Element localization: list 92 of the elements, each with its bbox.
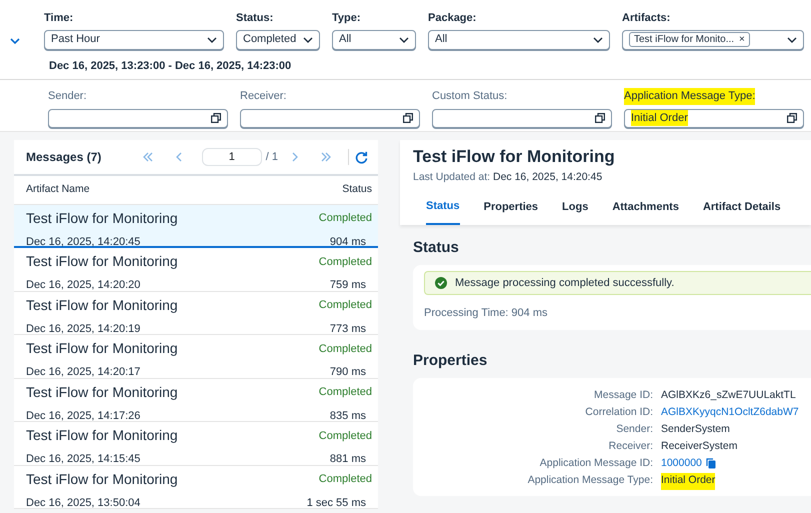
tab[interactable]: Artifact Details xyxy=(702,190,781,225)
duration-text: 904 ms xyxy=(330,234,366,250)
column-header: Status xyxy=(342,182,372,197)
property-label: Application Message ID: xyxy=(538,456,653,472)
field-label: Custom Status: xyxy=(432,89,508,104)
caret-icon xyxy=(787,36,797,42)
artifact-name: Test iFlow for Monitoring xyxy=(26,296,178,315)
page-field[interactable]: 1 xyxy=(202,148,262,166)
caret-icon xyxy=(399,36,409,42)
message-row[interactable]: Test iFlow for Monitoring Completed Dec 16, 2025, 14:20:45 904 ms xyxy=(14,204,378,248)
success-icon xyxy=(435,277,447,290)
property-label: Correlation ID: xyxy=(584,405,653,420)
section-heading: Properties xyxy=(413,350,488,371)
property-label: Receiver: xyxy=(608,439,653,454)
success-message: Message processing completed successfully. xyxy=(455,276,674,291)
input-field[interactable] xyxy=(48,108,228,128)
value-help-icon[interactable] xyxy=(403,113,413,123)
message-date: Dec 16, 2025, 14:20:20 xyxy=(26,278,140,294)
status-text: Completed xyxy=(318,298,372,313)
field-label: Receiver: xyxy=(240,89,286,104)
duration-text: 773 ms xyxy=(330,322,366,337)
dropdown-field[interactable]: All xyxy=(332,30,416,50)
message-date: Dec 16, 2025, 13:50:04 xyxy=(26,496,140,511)
property-value: AGlBXKz6_sZwE7UULaktTL xyxy=(661,388,796,404)
duration-text: 759 ms xyxy=(330,278,366,294)
field-label: Application Message Type: xyxy=(624,88,756,104)
list-title: Messages (7) xyxy=(26,149,102,166)
message-date: Dec 16, 2025, 14:20:45 xyxy=(26,234,140,250)
last-updated-text: Last Updated at: Dec 16, 2025, 14:20:45 xyxy=(413,170,604,184)
status-text: Completed xyxy=(318,211,372,226)
artifact-name: Test iFlow for Monitoring xyxy=(26,470,178,489)
duration-text: 790 ms xyxy=(330,365,366,380)
input-field[interactable] xyxy=(240,108,420,128)
filter-label: Package: xyxy=(428,11,478,26)
filter-label: Type: xyxy=(332,11,362,26)
caret-icon xyxy=(207,36,217,42)
field-value: Initial Order xyxy=(631,110,688,126)
property-label: Message ID: xyxy=(593,388,653,404)
tab[interactable]: Logs xyxy=(562,190,588,225)
value-help-icon[interactable] xyxy=(595,113,605,123)
input-field[interactable]: Initial Order xyxy=(624,108,804,128)
status-text: Completed xyxy=(318,254,372,270)
dropdown-field[interactable]: Past Hour xyxy=(44,30,224,50)
property-value: ReceiverSystem xyxy=(661,439,738,454)
property-label: Sender: xyxy=(615,422,653,438)
message-date: Dec 16, 2025, 14:15:45 xyxy=(26,452,140,468)
filter-label: Artifacts: xyxy=(622,11,672,26)
duration-text: 881 ms xyxy=(330,452,366,468)
artifact-name: Test iFlow for Monitoring xyxy=(26,426,178,446)
copy-icon[interactable] xyxy=(706,458,716,470)
caret-icon xyxy=(303,36,313,42)
duration-text: 1 sec 55 ms xyxy=(306,496,366,511)
tab[interactable]: Status xyxy=(426,190,460,225)
property-value: Initial Order xyxy=(661,473,716,490)
property-value[interactable]: 1000000 xyxy=(661,456,702,474)
value-help-icon[interactable] xyxy=(787,113,797,123)
dropdown-field[interactable]: Test iFlow for Monito... × xyxy=(622,30,804,50)
filter-label: Status: xyxy=(236,11,274,26)
page-title: Test iFlow for Monitoring xyxy=(413,146,616,168)
status-text: Completed xyxy=(318,472,372,487)
token-text: Test iFlow for Monito... xyxy=(634,33,734,47)
time-range-text: Dec 16, 2025, 13:23:00 - Dec 16, 2025, 14:23:00 xyxy=(49,58,292,74)
tab[interactable]: Properties xyxy=(484,190,538,225)
message-date: Dec 16, 2025, 14:17:26 xyxy=(26,408,140,424)
status-text: Completed xyxy=(318,385,372,400)
filter-label: Time: xyxy=(44,11,74,26)
status-text: Completed xyxy=(318,428,372,444)
artifact-name: Test iFlow for Monitoring xyxy=(26,208,178,228)
artifact-name: Test iFlow for Monitoring xyxy=(26,252,178,272)
column-header: Artifact Name xyxy=(26,182,90,197)
status-text: Completed xyxy=(318,342,372,356)
dropdown-field[interactable]: Completed xyxy=(236,30,320,50)
token-close-button[interactable]: × xyxy=(739,32,745,47)
processing-time-text: Processing Time: 904 ms xyxy=(424,306,548,322)
property-value: SenderSystem xyxy=(661,422,730,438)
property-value[interactable]: AGlBXKyyqcN1OcltZ6dabW7 xyxy=(661,405,799,422)
section-heading: Status xyxy=(413,238,460,258)
value-help-icon[interactable] xyxy=(211,113,221,123)
field-label: Sender: xyxy=(48,89,87,104)
message-date: Dec 16, 2025, 14:20:17 xyxy=(26,365,140,380)
dropdown-field[interactable]: All xyxy=(428,30,610,50)
property-label: Application Message Type: xyxy=(526,473,653,488)
refresh-icon[interactable] xyxy=(355,150,368,164)
caret-icon xyxy=(593,36,603,42)
duration-text: 835 ms xyxy=(330,408,366,424)
message-date: Dec 16, 2025, 14:20:19 xyxy=(26,322,140,337)
input-field[interactable] xyxy=(432,108,612,128)
tab[interactable]: Attachments xyxy=(612,190,679,225)
expand-icon[interactable] xyxy=(10,38,20,45)
page-total: / 1 xyxy=(266,150,278,165)
artifact-name: Test iFlow for Monitoring xyxy=(26,339,178,358)
artifact-name: Test iFlow for Monitoring xyxy=(26,382,178,402)
